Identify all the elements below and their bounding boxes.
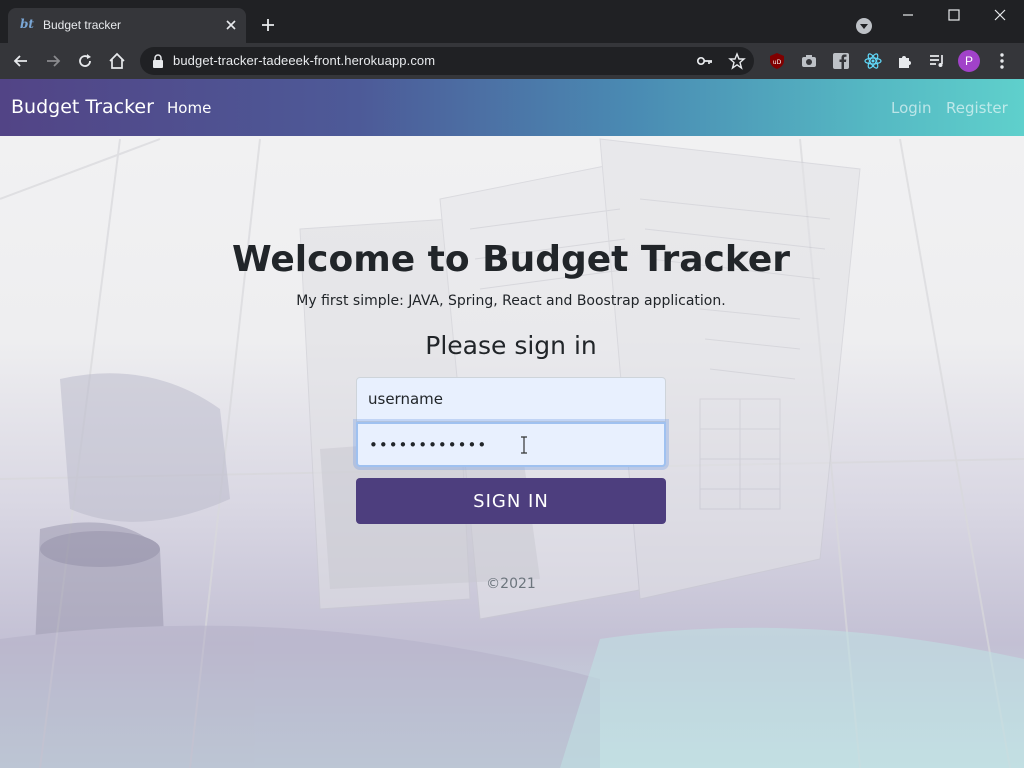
site-navbar: Budget Tracker Home Login Register — [0, 79, 1024, 136]
close-tab-icon[interactable] — [222, 16, 240, 34]
lock-icon[interactable] — [152, 54, 164, 68]
signin-heading: Please sign in — [425, 331, 597, 360]
nav-register-link[interactable]: Register — [946, 99, 1008, 117]
ublock-icon[interactable]: uD — [768, 52, 786, 70]
media-icon[interactable] — [928, 52, 946, 70]
react-icon[interactable] — [864, 52, 882, 70]
url-text[interactable]: budget-tracker-tadeeek-front.herokuapp.c… — [173, 53, 435, 68]
profile-avatar[interactable]: P — [958, 50, 980, 72]
tab-budget-tracker[interactable]: bt Budget tracker — [8, 8, 246, 43]
forward-icon[interactable] — [43, 51, 63, 71]
browser-toolbar: budget-tracker-tadeeek-front.herokuapp.c… — [0, 43, 1024, 79]
new-tab-icon[interactable] — [259, 16, 277, 34]
tab-strip: bt Budget tracker — [0, 0, 1024, 43]
tab-search-icon[interactable] — [856, 18, 872, 34]
text-cursor-icon — [521, 436, 527, 454]
brand-logo[interactable]: Budget Tracker — [11, 96, 154, 118]
home-icon[interactable] — [107, 51, 127, 71]
svg-text:uD: uD — [773, 59, 782, 66]
facebook-icon[interactable] — [832, 52, 850, 70]
nav-home-link[interactable]: Home — [167, 99, 211, 117]
maximize-icon[interactable] — [943, 4, 965, 26]
page-viewport: Budget Tracker Home Login Register Welco… — [0, 79, 1024, 768]
camera-icon[interactable] — [800, 52, 818, 70]
key-icon[interactable] — [696, 52, 714, 70]
close-window-icon[interactable] — [989, 4, 1011, 26]
star-icon[interactable] — [728, 52, 746, 70]
page-subtitle: My first simple: JAVA, Spring, React and… — [296, 293, 726, 309]
minimize-icon[interactable] — [897, 4, 919, 26]
tab-title: Budget tracker — [43, 18, 122, 32]
username-input[interactable]: username — [356, 377, 666, 422]
reload-icon[interactable] — [75, 51, 95, 71]
extensions-icon[interactable] — [896, 52, 914, 70]
tab-favicon: bt — [20, 17, 34, 31]
nav-login-link[interactable]: Login — [891, 99, 931, 117]
footer-copyright: ©2021 — [486, 576, 536, 592]
menu-icon[interactable] — [996, 52, 1008, 70]
page-title: Welcome to Budget Tracker — [231, 239, 791, 280]
password-input[interactable]: •••••••••••• — [356, 422, 666, 467]
back-icon[interactable] — [11, 51, 31, 71]
sign-in-button[interactable]: SIGN IN — [356, 478, 666, 524]
address-bar[interactable]: budget-tracker-tadeeek-front.herokuapp.c… — [140, 47, 754, 75]
